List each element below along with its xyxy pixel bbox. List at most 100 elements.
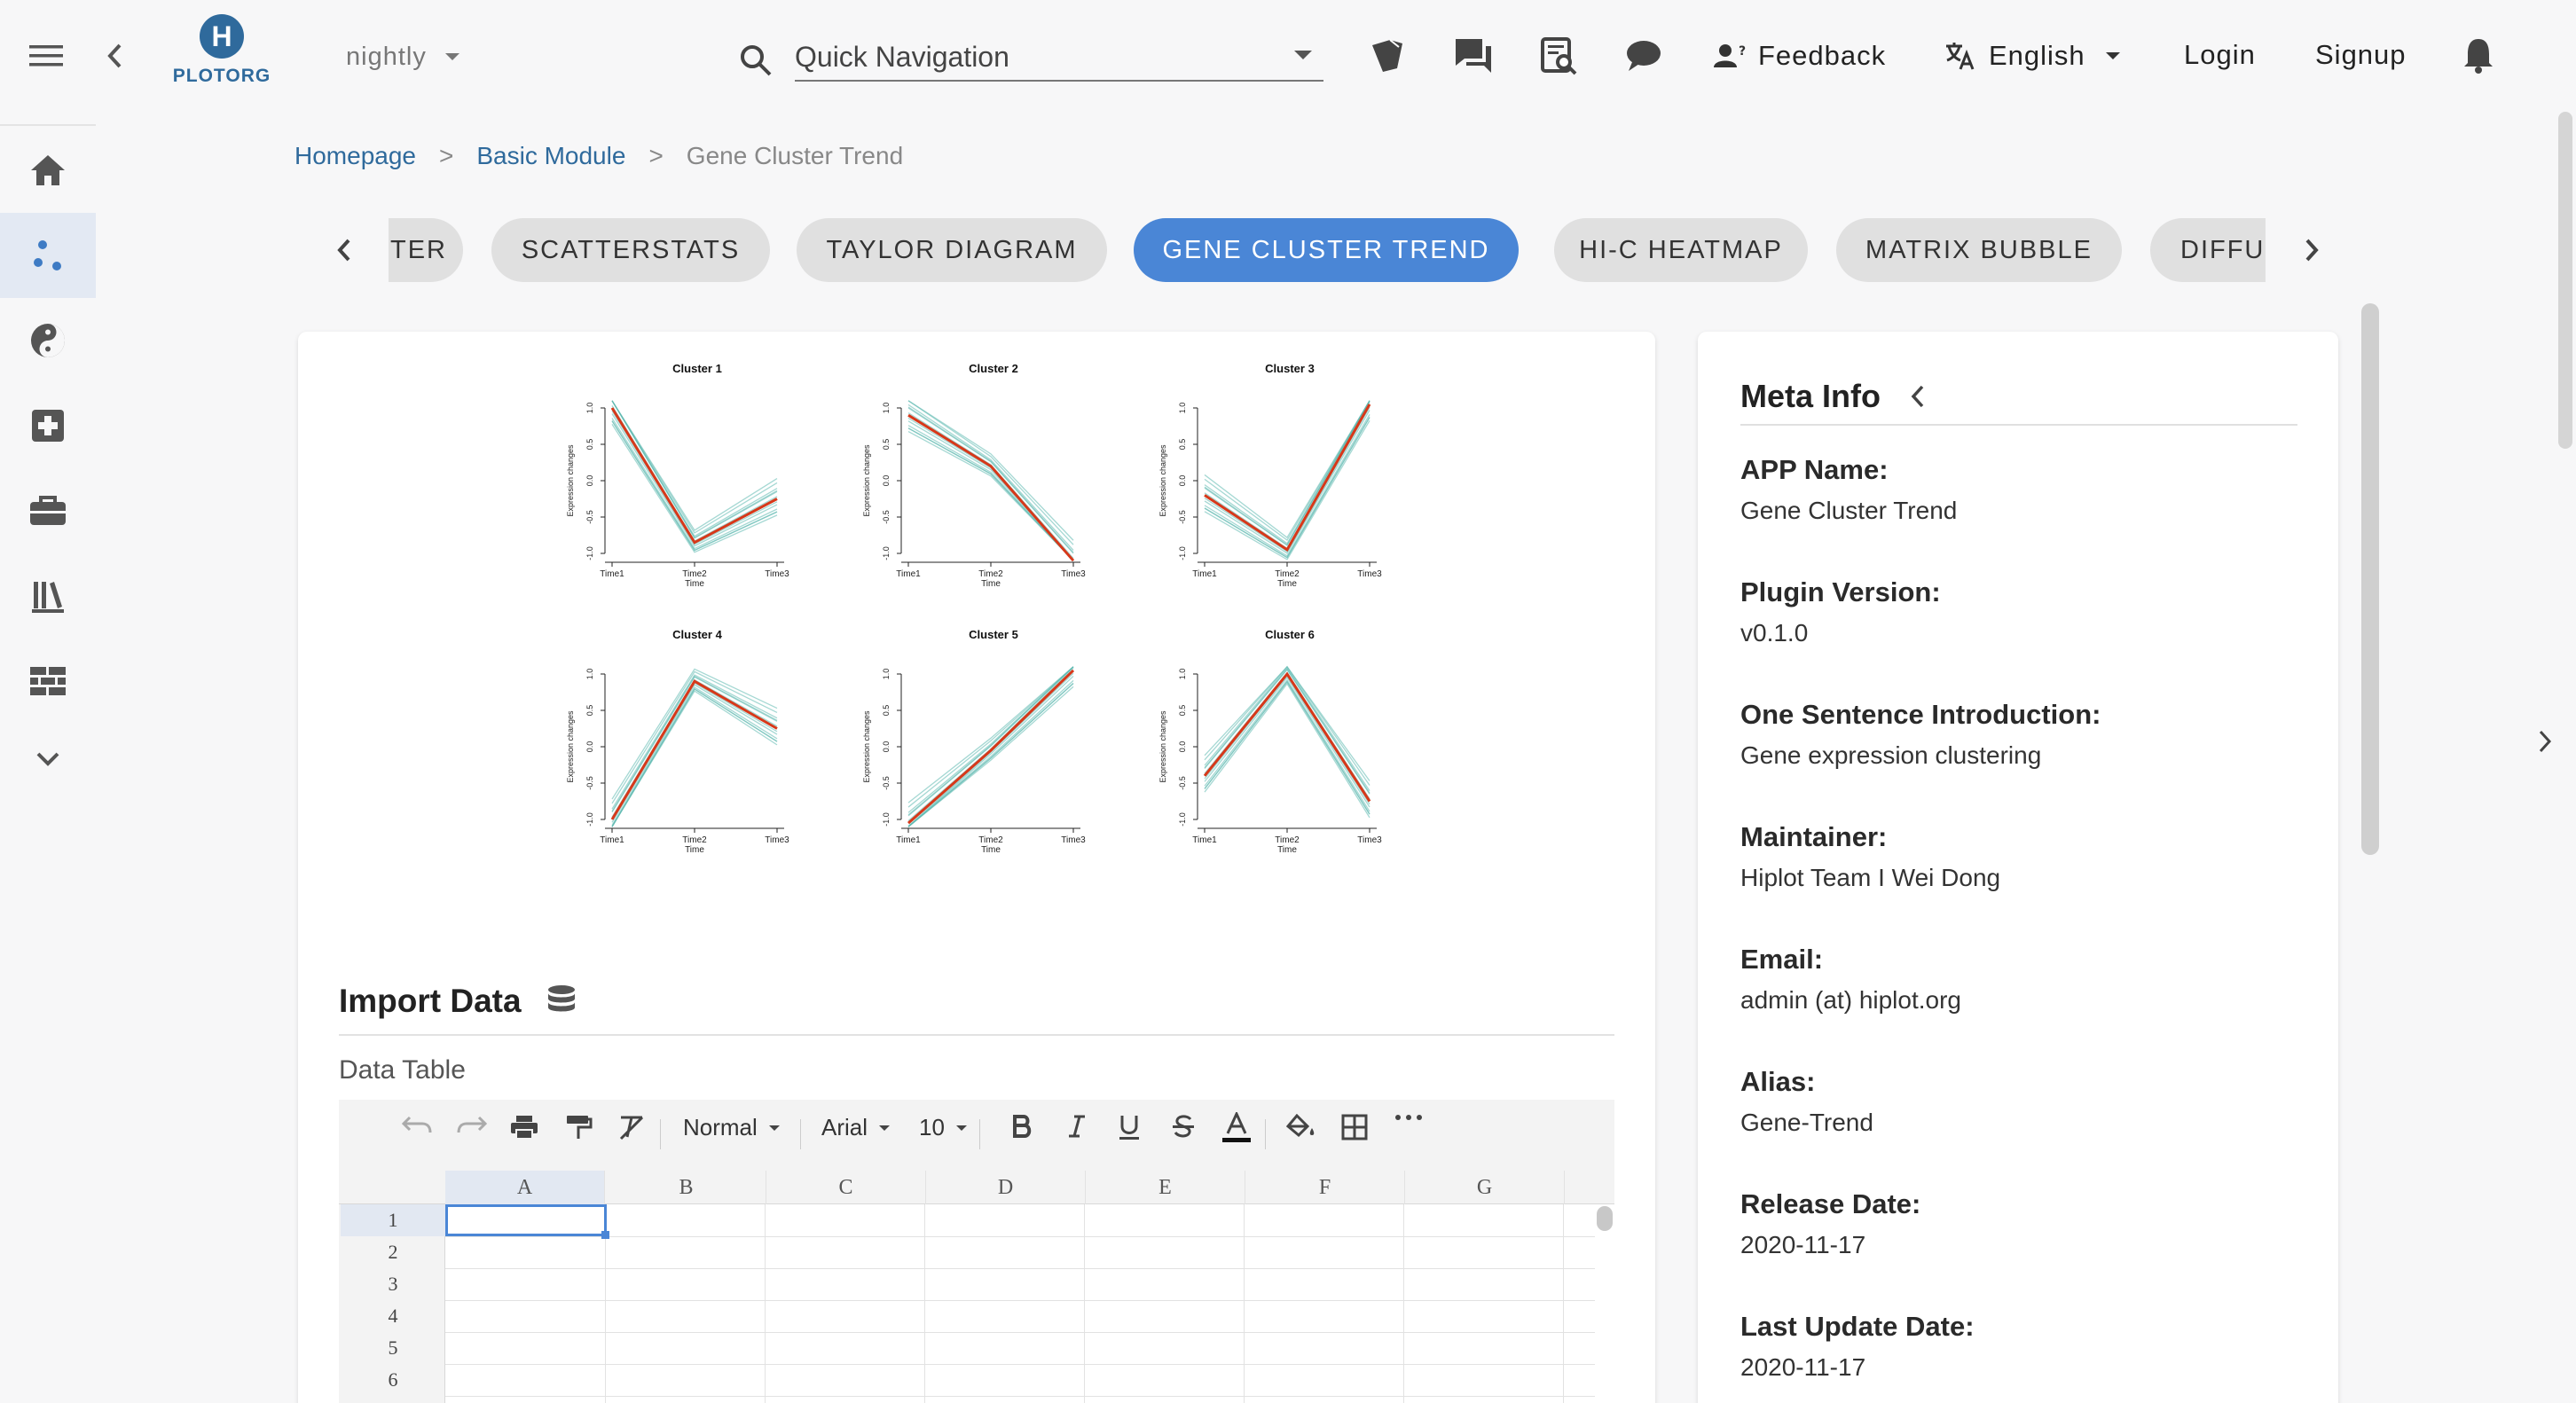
undo-icon[interactable]: [401, 1114, 433, 1135]
column-header[interactable]: G: [1405, 1171, 1565, 1204]
chevron-left-icon[interactable]: [1911, 385, 1925, 408]
signup-link[interactable]: Signup: [2315, 39, 2407, 71]
column-header[interactable]: E: [1086, 1171, 1245, 1204]
sidebar-item-home[interactable]: [0, 128, 96, 213]
member-line: [611, 674, 778, 810]
page-scrollbar[interactable]: [2558, 112, 2572, 449]
font-size-value: 10: [919, 1114, 945, 1140]
breadcrumb-module[interactable]: Basic Module: [476, 142, 625, 170]
tag-icon[interactable]: [1366, 34, 1410, 78]
caret-down-icon: [444, 53, 459, 60]
print-icon[interactable]: [509, 1114, 539, 1140]
strikethrough-icon[interactable]: [1171, 1114, 1196, 1139]
member-line: [907, 427, 1074, 561]
row-header[interactable]: 5: [341, 1332, 445, 1364]
y-tick-label: 0.5: [585, 705, 594, 717]
toolbar-divider: [979, 1119, 980, 1149]
sheet-scrollbar[interactable]: [1597, 1206, 1613, 1231]
paint-format-icon[interactable]: [564, 1114, 593, 1140]
sidebar-item-library[interactable]: [0, 553, 96, 639]
column-header[interactable]: C: [766, 1171, 926, 1204]
row-header[interactable]: 4: [341, 1300, 445, 1332]
database-icon[interactable]: [546, 984, 577, 1018]
logo[interactable]: H PLOTORG: [169, 14, 275, 89]
sidebar-item-clinical[interactable]: [0, 383, 96, 468]
y-tick-label: -0.5: [1178, 776, 1187, 790]
x-tick-label: Time1: [1192, 569, 1217, 579]
language-label: English: [1989, 40, 2085, 71]
font-size-select[interactable]: 10: [919, 1114, 968, 1141]
cluster-trend-line: [907, 413, 1075, 562]
y-tick-label: 0.0: [882, 741, 891, 753]
bold-icon[interactable]: [1011, 1114, 1033, 1139]
document-search-icon[interactable]: [1536, 34, 1581, 78]
chip-diffu-partial[interactable]: DIFFU: [2150, 218, 2266, 282]
language-select[interactable]: English: [1944, 37, 2121, 74]
version-select[interactable]: nightly: [346, 39, 460, 74]
selected-cell-a1[interactable]: [445, 1204, 607, 1236]
y-tick-label: 0.0: [585, 475, 594, 487]
font-select[interactable]: Arial: [821, 1114, 891, 1141]
sidebar-item-advanced[interactable]: [0, 298, 96, 383]
breadcrumb-home[interactable]: Homepage: [295, 142, 416, 170]
chip-scatterstats[interactable]: SCATTERSTATS: [491, 218, 770, 282]
member-line: [611, 676, 778, 813]
medical-plus-icon: [32, 410, 64, 442]
underline-icon[interactable]: [1118, 1114, 1141, 1140]
y-axis-label: Expression changes: [566, 710, 575, 783]
grid-row-line: [445, 1364, 1595, 1365]
column-header[interactable]: D: [926, 1171, 1086, 1204]
chip-matrix-bubble[interactable]: MATRIX BUBBLE: [1836, 218, 2122, 282]
home-icon: [31, 155, 65, 185]
text-color-icon[interactable]: [1222, 1112, 1251, 1144]
row-header[interactable]: 3: [341, 1268, 445, 1300]
grid-column-line: [1403, 1204, 1404, 1403]
chat-bubble-icon[interactable]: [1622, 35, 1666, 76]
more-icon[interactable]: [1394, 1114, 1423, 1121]
row-header[interactable]: 2: [341, 1236, 445, 1268]
fill-handle[interactable]: [601, 1231, 609, 1239]
menu-icon[interactable]: [25, 37, 67, 74]
brick-wall-icon: [30, 667, 66, 695]
column-header[interactable]: A: [445, 1171, 605, 1204]
sidebar-item-wall[interactable]: [0, 639, 96, 724]
sidebar-item-basic-module[interactable]: [0, 213, 96, 298]
column-header[interactable]: F: [1245, 1171, 1405, 1204]
x-tick-label: Time2: [1275, 835, 1300, 845]
meta-field-value: v0.1.0: [1740, 619, 1809, 647]
column-header[interactable]: B: [607, 1171, 766, 1204]
chip-taylor-diagram[interactable]: TAYLOR DIAGRAM: [797, 218, 1107, 282]
yin-yang-icon: [31, 324, 65, 357]
quick-navigation-input[interactable]: Quick Navigation: [795, 35, 1323, 82]
content-scrollbar[interactable]: [2361, 303, 2379, 855]
x-tick-label: Time3: [1357, 835, 1382, 845]
feedback-button[interactable]: ? Feedback: [1714, 37, 1886, 74]
chip-scatter-partial[interactable]: TER: [389, 218, 463, 282]
divider: [339, 1034, 1614, 1036]
expand-panel-chevron[interactable]: [2530, 725, 2560, 757]
chip-hi-c-heatmap[interactable]: HI-C HEATMAP: [1554, 218, 1808, 282]
breadcrumb-separator: >: [438, 142, 454, 169]
redo-icon[interactable]: [456, 1114, 488, 1135]
sidebar-item-toolbox[interactable]: [0, 468, 96, 553]
chip-scroll-right[interactable]: [2294, 232, 2329, 268]
caret-down-icon: [955, 1125, 967, 1131]
fill-color-icon[interactable]: [1286, 1114, 1316, 1140]
row-header[interactable]: 6: [341, 1364, 445, 1396]
meta-title: Meta Info: [1740, 378, 1881, 414]
toolbar-divider: [1265, 1119, 1266, 1149]
bell-icon[interactable]: [2459, 34, 2498, 76]
italic-icon[interactable]: [1066, 1114, 1088, 1139]
sidebar-expand-chevron[interactable]: [0, 717, 96, 802]
style-select[interactable]: Normal: [683, 1114, 781, 1141]
row-header[interactable]: 1: [341, 1204, 445, 1236]
forum-icon[interactable]: [1451, 34, 1496, 78]
collapse-chevron-icon[interactable]: [99, 39, 130, 73]
chip-scroll-left[interactable]: [326, 232, 362, 268]
member-line: [907, 404, 1074, 551]
login-link[interactable]: Login: [2184, 39, 2256, 71]
chip-gene-cluster-trend[interactable]: GENE CLUSTER TREND: [1134, 218, 1519, 282]
cluster-title: Cluster 5: [969, 628, 1018, 641]
clear-format-icon[interactable]: [617, 1114, 646, 1140]
borders-icon[interactable]: [1341, 1114, 1368, 1140]
